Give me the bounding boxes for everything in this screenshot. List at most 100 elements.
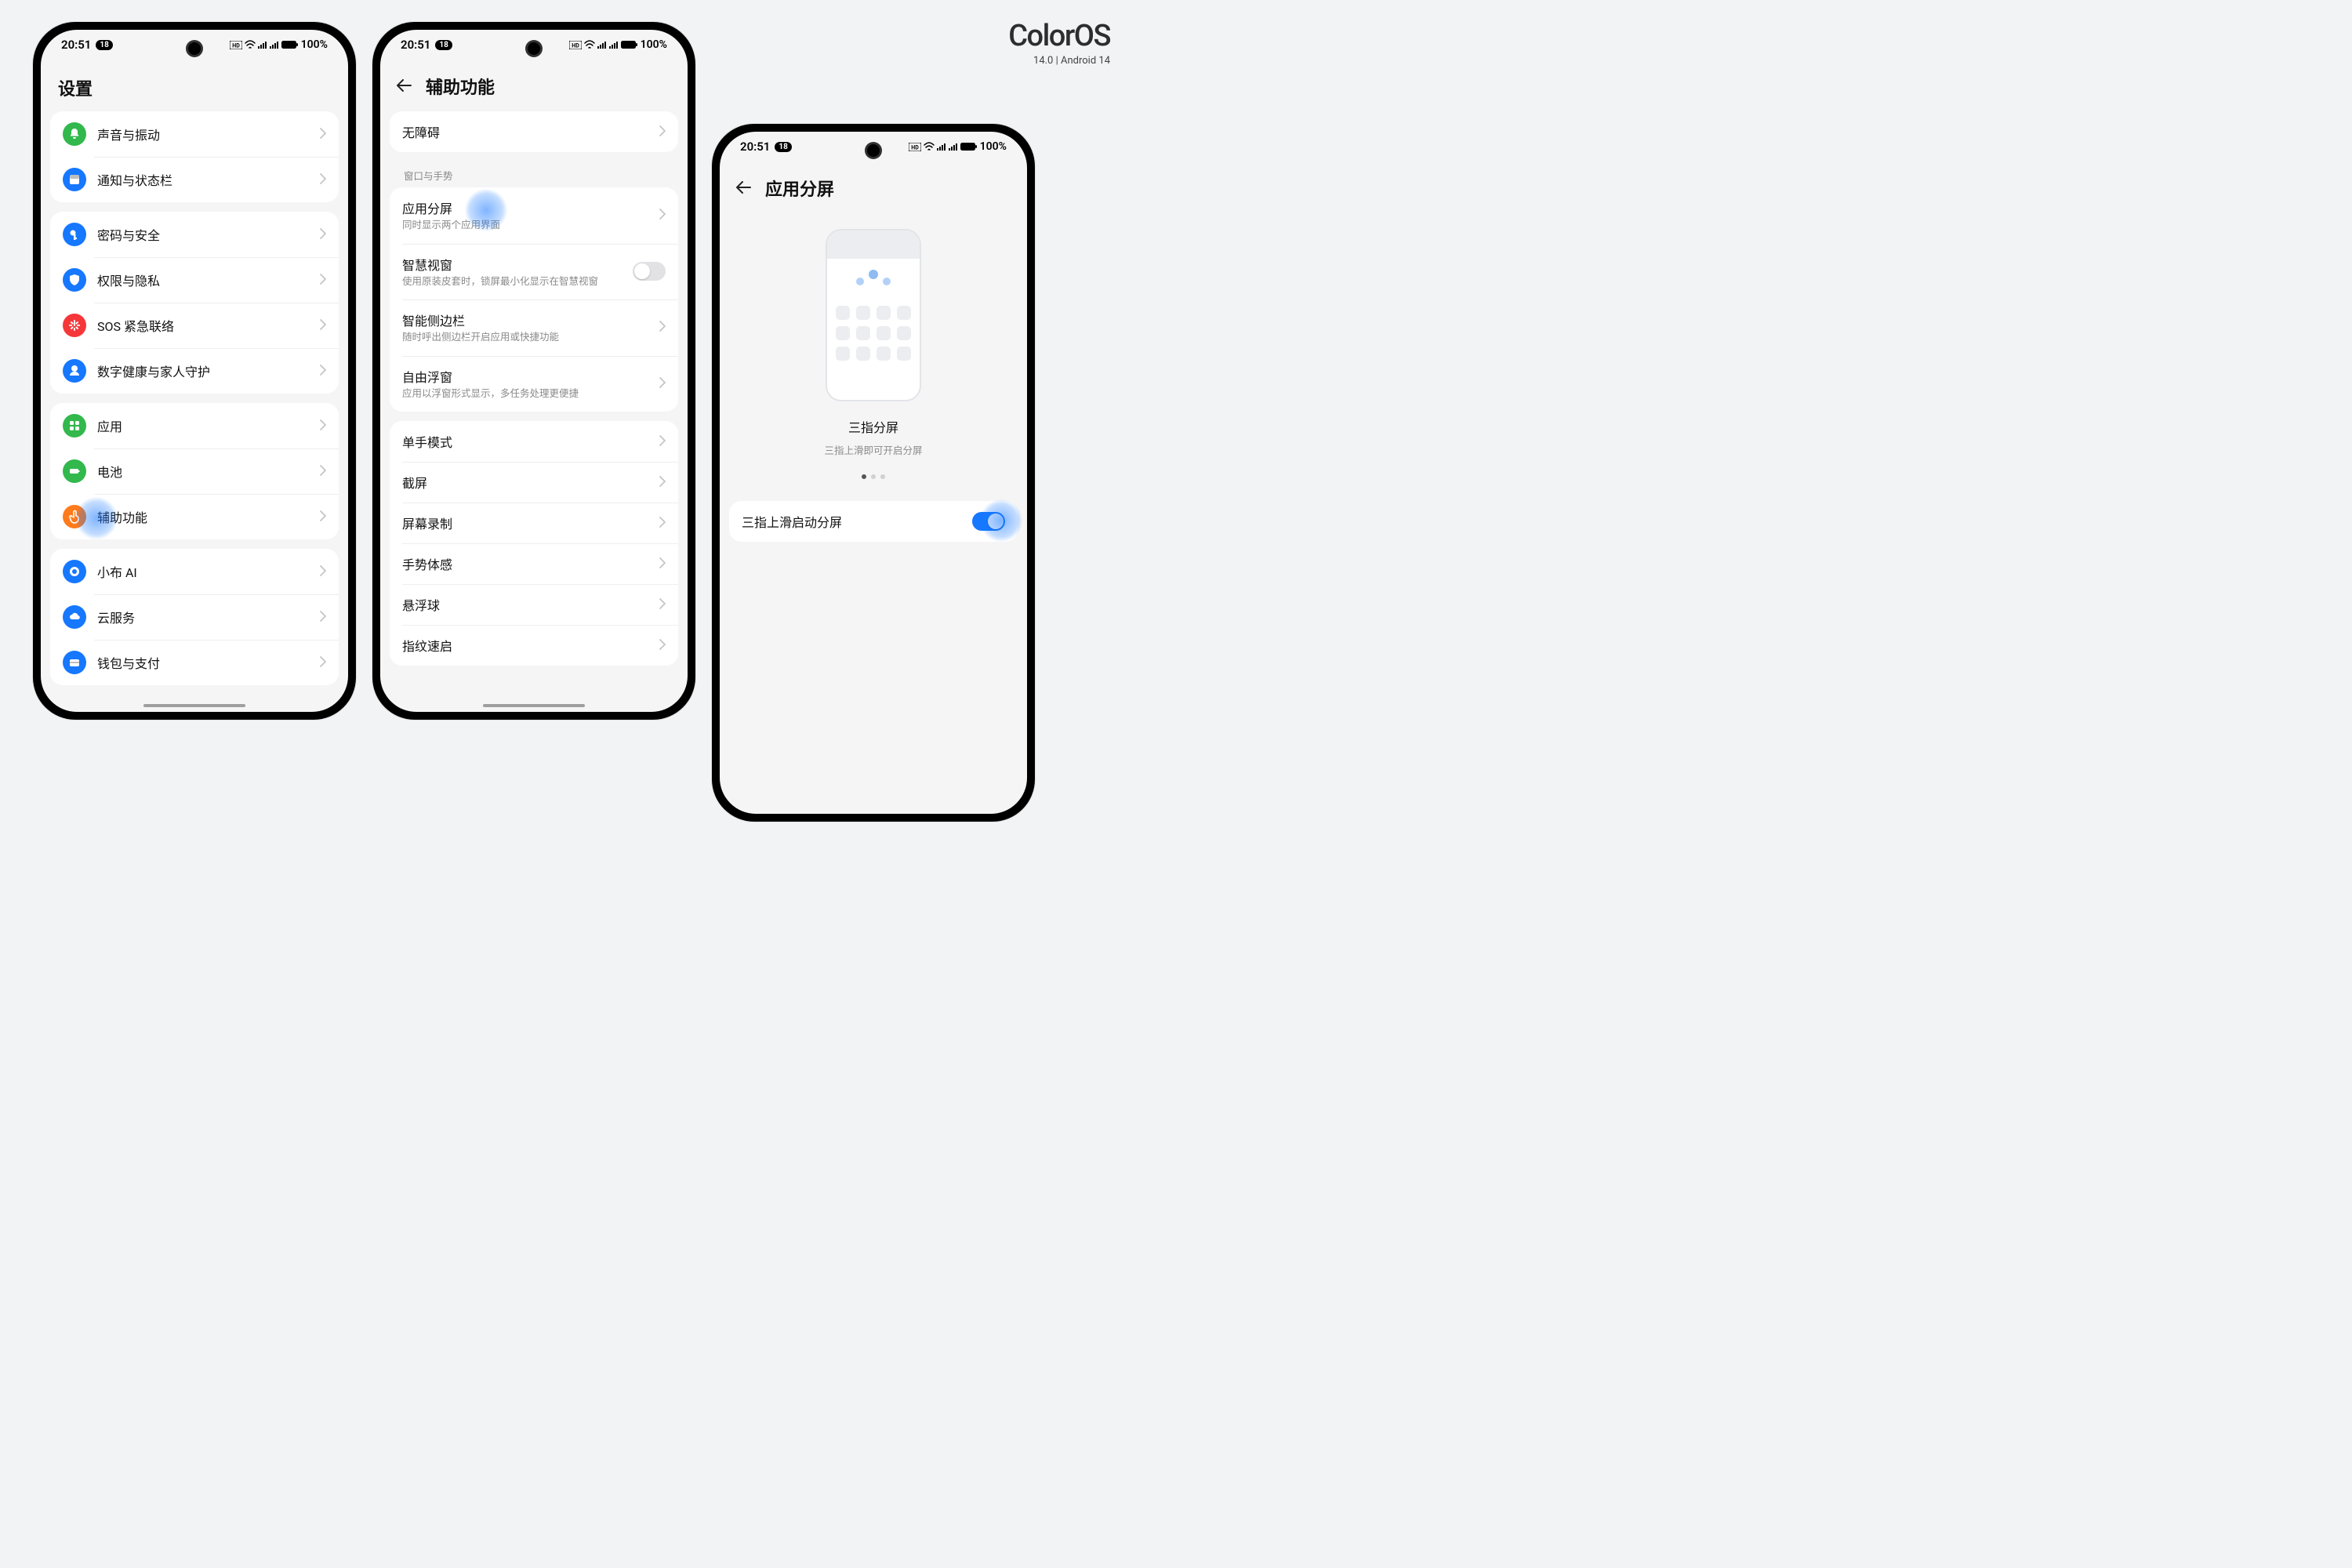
settings-row-shield[interactable]: 权限与隐私	[50, 257, 339, 303]
row-desc: 同时显示两个应用界面	[402, 219, 659, 233]
toggle-switch[interactable]	[972, 512, 1005, 531]
accessibility-content[interactable]: 无障碍窗口与手势应用分屏同时显示两个应用界面智慧视窗使用原装皮套时，锁屏最小化显…	[380, 111, 688, 712]
chevron-right-icon	[320, 418, 326, 434]
signal-5g-icon-2	[949, 142, 958, 151]
signal-5g-icon	[597, 40, 607, 49]
page-indicator[interactable]	[729, 474, 1018, 479]
row-悬浮球[interactable]: 悬浮球	[390, 584, 678, 625]
row-label: 应用分屏	[402, 198, 659, 217]
status-indicators: HD 100%	[230, 38, 328, 51]
settings-row-battery[interactable]: 电池	[50, 448, 339, 494]
three-finger-swipe-row[interactable]: 三指上滑启动分屏	[729, 501, 1018, 542]
battery-percent: 100%	[980, 140, 1007, 153]
row-自由浮窗[interactable]: 自由浮窗应用以浮窗形式显示，多任务处理更便捷	[390, 356, 678, 412]
page-header: 辅助功能	[380, 60, 688, 111]
row-label: 钱包与支付	[97, 653, 320, 672]
svg-text:HD: HD	[572, 42, 579, 49]
status-time: 20:51	[740, 140, 770, 154]
signal-5g-icon	[937, 142, 946, 151]
sos-icon	[63, 314, 86, 337]
shield-icon	[63, 268, 86, 292]
camera-hole-icon	[188, 42, 201, 55]
status-time: 20:51	[401, 38, 430, 52]
chevron-right-icon	[320, 655, 326, 671]
row-应用分屏[interactable]: 应用分屏同时显示两个应用界面	[390, 187, 678, 244]
row-label: 密码与安全	[97, 225, 320, 244]
battery-icon	[63, 459, 86, 483]
settings-row-panel[interactable]: 通知与状态栏	[50, 157, 339, 202]
row-label: 小布 AI	[97, 562, 320, 581]
settings-row-heart[interactable]: 数字健康与家人守护	[50, 348, 339, 394]
chevron-right-icon	[659, 474, 666, 491]
settings-row-touch[interactable]: 辅助功能	[50, 494, 339, 539]
home-indicator[interactable]	[483, 704, 585, 708]
more-rows-card: 单手模式截屏屏幕录制手势体感悬浮球指纹速启	[390, 421, 678, 666]
toggle-switch[interactable]	[633, 262, 666, 281]
row-label: 三指上滑启动分屏	[742, 512, 972, 531]
page-title: 辅助功能	[426, 74, 495, 99]
row-label: 屏幕录制	[402, 514, 659, 532]
row-desc: 应用以浮窗形式显示，多任务处理更便捷	[402, 387, 659, 401]
row-label: 截屏	[402, 473, 659, 492]
signal-5g-icon	[258, 40, 267, 49]
row-手势体感[interactable]: 手势体感	[390, 543, 678, 584]
chevron-right-icon	[659, 207, 666, 223]
battery-icon	[281, 40, 299, 49]
row-label: 智能侧边栏	[402, 310, 659, 329]
row-截屏[interactable]: 截屏	[390, 462, 678, 503]
settings-row-wallet[interactable]: 钱包与支付	[50, 640, 339, 685]
chevron-right-icon	[659, 434, 666, 450]
page-title: 设置	[58, 75, 331, 100]
camera-hole-icon	[528, 42, 540, 55]
chevron-right-icon	[320, 509, 326, 525]
chevron-right-icon	[320, 609, 326, 626]
settings-row-cloud[interactable]: 云服务	[50, 594, 339, 640]
row-智能侧边栏[interactable]: 智能侧边栏随时呼出侧边栏开启应用或快捷功能	[390, 299, 678, 356]
chevron-right-icon	[659, 124, 666, 140]
home-indicator[interactable]	[143, 704, 245, 708]
hd-icon: HD	[569, 41, 582, 49]
svg-text:HD: HD	[911, 144, 919, 151]
settings-row-apps[interactable]: 应用	[50, 403, 339, 448]
row-desc: 使用原装皮套时，锁屏最小化显示在智慧视窗	[402, 275, 633, 289]
svg-text:HD: HD	[232, 42, 240, 49]
phone-frame-accessibility: 20:51 18 HD 100% 辅助功能 无障碍窗口与手势应用分屏同时显示两个…	[372, 22, 695, 720]
chevron-right-icon	[659, 556, 666, 572]
chevron-right-icon	[320, 363, 326, 379]
back-button[interactable]	[735, 179, 751, 198]
row-指纹速启[interactable]: 指纹速启	[390, 625, 678, 666]
back-button[interactable]	[396, 77, 412, 96]
panel-icon	[63, 168, 86, 191]
settings-group: 应用电池辅助功能	[50, 403, 339, 539]
battery-icon	[621, 40, 638, 49]
touch-icon	[63, 505, 86, 528]
row-label: 指纹速启	[402, 636, 659, 655]
window-gesture-card: 应用分屏同时显示两个应用界面智慧视窗使用原装皮套时，锁屏最小化显示在智慧视窗智能…	[390, 187, 678, 412]
settings-row-ai[interactable]: 小布 AI	[50, 549, 339, 594]
settings-row-bell[interactable]: 声音与振动	[50, 111, 339, 157]
page-header: 应用分屏	[720, 162, 1027, 213]
accessibility-row[interactable]: 无障碍	[390, 111, 678, 152]
chevron-right-icon	[659, 597, 666, 613]
phone-frame-settings: 20:51 18 HD 100% 设置 声音与振动通知与状态栏密码与安全权限与隐…	[33, 22, 356, 720]
status-indicators: HD 100%	[909, 140, 1007, 153]
settings-row-sos[interactable]: SOS 紧急联络	[50, 303, 339, 348]
illustration-card: 三指分屏 三指上滑即可开启分屏	[729, 213, 1018, 487]
row-label: 无障碍	[402, 122, 659, 141]
settings-content[interactable]: 声音与振动通知与状态栏密码与安全权限与隐私 SOS 紧急联络数字健康与家人守护应用…	[41, 111, 348, 712]
row-智慧视窗[interactable]: 智慧视窗使用原装皮套时，锁屏最小化显示在智慧视窗	[390, 244, 678, 300]
row-label: 权限与隐私	[97, 270, 320, 289]
splitscreen-content[interactable]: 三指分屏 三指上滑即可开启分屏 三指上滑启动分屏	[720, 213, 1027, 814]
page-title: 应用分屏	[765, 176, 834, 201]
accessibility-card: 无障碍	[390, 111, 678, 152]
row-label: 声音与振动	[97, 125, 320, 143]
chevron-right-icon	[320, 126, 326, 143]
row-屏幕录制[interactable]: 屏幕录制	[390, 503, 678, 543]
row-单手模式[interactable]: 单手模式	[390, 421, 678, 462]
row-label: 自由浮窗	[402, 367, 659, 386]
row-label: 数字健康与家人守护	[97, 361, 320, 380]
settings-row-key[interactable]: 密码与安全	[50, 212, 339, 257]
row-label: 电池	[97, 462, 320, 481]
battery-percent: 100%	[641, 38, 667, 51]
row-label: 通知与状态栏	[97, 170, 320, 189]
